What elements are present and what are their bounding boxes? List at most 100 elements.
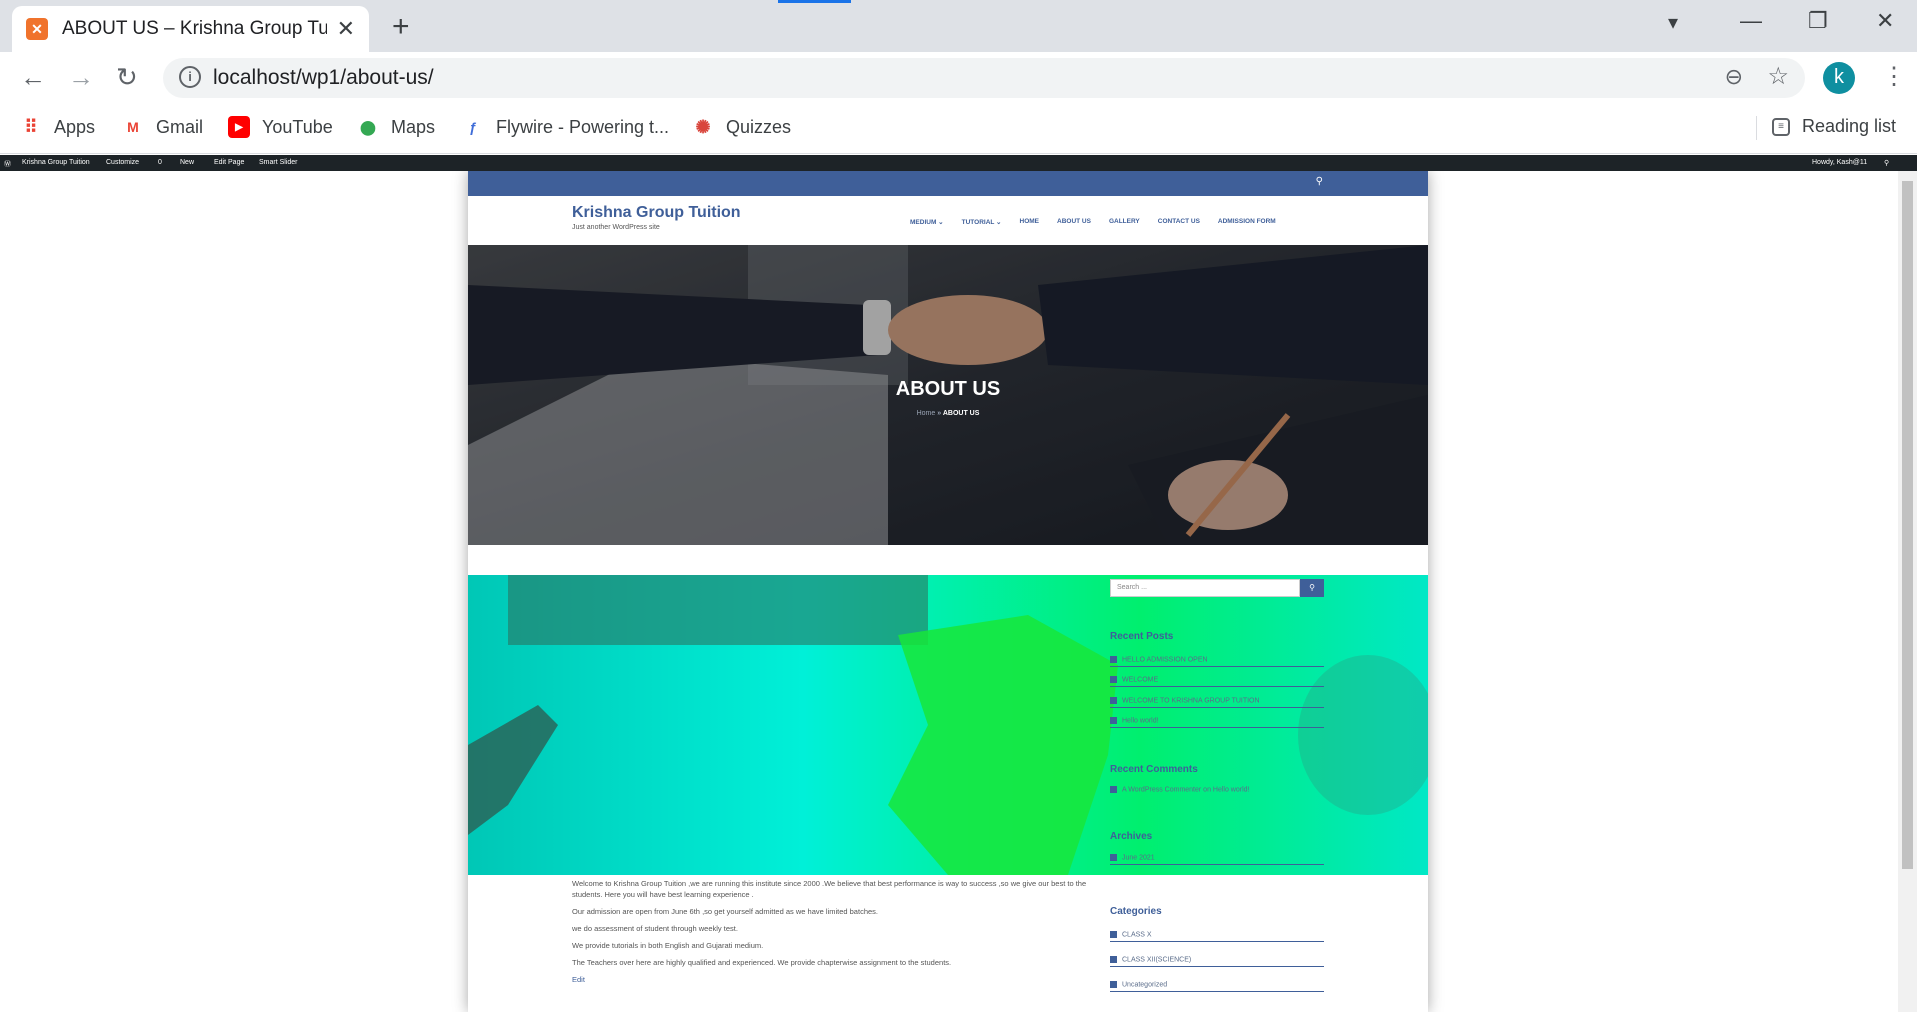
admin-howdy[interactable]: Howdy, Kash@11	[1812, 159, 1867, 166]
site-search-icon[interactable]: ⚲	[1316, 176, 1323, 187]
bookmark-label: Flywire - Powering t...	[496, 116, 670, 137]
bookmark-label: Apps	[54, 116, 96, 137]
bookmark-label: Maps	[391, 116, 436, 137]
flywire-icon: ƒ	[469, 119, 477, 135]
post-icon	[1110, 676, 1117, 683]
admin-site-link[interactable]: Krishna Group Tuition	[22, 159, 90, 166]
admin-search-icon[interactable]: ⚲	[1884, 159, 1889, 167]
category-item[interactable]: CLASS X	[1110, 931, 1324, 943]
profile-avatar[interactable]: k	[1823, 62, 1855, 94]
zoom-icon[interactable]: ⊖	[1725, 64, 1743, 90]
bookmark-label: YouTube	[262, 116, 333, 137]
wp-admin-bar: Ⓦ Krishna Group Tuition Customize 0 New …	[0, 155, 1917, 171]
gmail-icon: M	[127, 119, 139, 135]
menu-item-admission-form[interactable]: ADMISSION FORM	[1218, 218, 1276, 226]
admin-new-link[interactable]: New	[180, 159, 194, 166]
recent-post-label[interactable]: WELCOME TO KRISHNA GROUP TUITION	[1122, 697, 1260, 704]
url-text[interactable]: localhost/wp1/about-us/	[213, 66, 434, 90]
site-title[interactable]: Krishna Group Tuition	[572, 204, 741, 222]
wordpress-logo-icon[interactable]: Ⓦ	[4, 159, 11, 169]
menu-item-home[interactable]: HOME	[1020, 218, 1040, 226]
menu-item-contact-us[interactable]: CONTACT US	[1158, 218, 1200, 226]
menu-icon[interactable]: ⋮	[1882, 62, 1906, 91]
bookmark-youtube[interactable]: ▶ YouTube	[228, 116, 333, 138]
admin-customize-link[interactable]: Customize	[106, 159, 139, 166]
page-scrollbar[interactable]	[1898, 171, 1917, 1012]
browser-toolbar: ← → ↻ i localhost/wp1/about-us/ ⊖ ☆ k ⋮	[0, 52, 1917, 104]
quizzes-icon: ✺	[695, 116, 711, 137]
site-tagline: Just another WordPress site	[572, 224, 660, 231]
menu-item-gallery[interactable]: GALLERY	[1109, 218, 1140, 226]
post-icon	[1110, 656, 1117, 663]
menu-item-tutorial[interactable]: TUTORIAL ⌄	[962, 218, 1002, 226]
window-close-button[interactable]: ✕	[1876, 8, 1894, 34]
category-label[interactable]: Uncategorized	[1122, 981, 1167, 988]
new-tab-button[interactable]: +	[392, 10, 410, 44]
post-icon	[1110, 697, 1117, 704]
menu-item-medium[interactable]: MEDIUM ⌄	[910, 218, 944, 226]
xampp-favicon-icon: ✕	[26, 18, 48, 40]
tab-search-icon[interactable]: ▾	[1668, 10, 1678, 35]
categories-title: Categories	[1110, 906, 1162, 917]
admin-edit-page-link[interactable]: Edit Page	[214, 159, 244, 166]
recent-post-label[interactable]: WELCOME	[1122, 676, 1158, 683]
bookmark-flywire[interactable]: ƒ Flywire - Powering t...	[462, 116, 669, 138]
folder-icon	[1110, 981, 1117, 988]
category-item[interactable]: Uncategorized	[1110, 981, 1324, 993]
bookmarks-divider	[1756, 116, 1757, 140]
address-bar[interactable]: i localhost/wp1/about-us/ ⊖ ☆	[163, 58, 1805, 98]
hero-title: ABOUT US	[895, 378, 1001, 400]
recent-post-item[interactable]: WELCOME	[1110, 676, 1324, 688]
site-header: Krishna Group Tuition Just another WordP…	[468, 196, 1428, 245]
minimize-button[interactable]: —	[1740, 8, 1762, 34]
scrollbar-thumb[interactable]	[1902, 181, 1913, 869]
menu-item-about-us[interactable]: ABOUT US	[1057, 218, 1091, 226]
back-button[interactable]: ←	[20, 62, 46, 93]
admin-smart-slider-link[interactable]: Smart Slider	[259, 159, 298, 166]
browser-tab[interactable]: ✕ ABOUT US – Krishna Group Tuitio ✕	[12, 6, 369, 52]
bookmark-label: Gmail	[156, 116, 204, 137]
recent-comment-label[interactable]: A WordPress Commenter on Hello world!	[1122, 786, 1249, 793]
content-paragraph: The Teachers over here are highly qualif…	[572, 958, 952, 967]
bookmark-quizzes[interactable]: ✺ Quizzes	[692, 116, 791, 138]
admin-comments-link[interactable]: 0	[158, 159, 162, 166]
bookmark-maps[interactable]: ⬤ Maps	[357, 116, 435, 138]
reading-list-button[interactable]: ≡ Reading list	[1772, 116, 1896, 137]
recent-post-item[interactable]: HELLO ADMISSION OPEN	[1110, 656, 1324, 668]
bookmark-gmail[interactable]: M Gmail	[122, 116, 203, 138]
edit-link[interactable]: Edit	[572, 974, 1092, 985]
category-item[interactable]: CLASS XII(SCIENCE)	[1110, 956, 1324, 968]
breadcrumb-current: ABOUT US	[942, 410, 980, 417]
site-info-icon[interactable]: i	[179, 66, 201, 88]
tab-strip: ✕ ABOUT US – Krishna Group Tuitio ✕ + ▾ …	[0, 0, 1917, 52]
search-button[interactable]: ⚲	[1300, 579, 1324, 597]
search-input[interactable]: Search ...	[1110, 579, 1300, 597]
bookmark-star-icon[interactable]: ☆	[1767, 62, 1789, 91]
content-paragraph: Our admission are open from June 6th ,so…	[572, 907, 878, 916]
recent-comment-item[interactable]: A WordPress Commenter on Hello world!	[1110, 786, 1324, 796]
breadcrumb-home[interactable]: Home	[917, 410, 936, 417]
main-menu: MEDIUM ⌄ TUTORIAL ⌄ HOME ABOUT US GALLER…	[910, 218, 1276, 226]
recent-posts-title: Recent Posts	[1110, 631, 1174, 642]
bookmark-apps[interactable]: ⠿ Apps	[20, 116, 95, 138]
archive-item[interactable]: June 2021	[1110, 854, 1324, 866]
content-paragraph: Welcome to Krishna Group Tuition ,we are…	[572, 879, 1087, 899]
reload-button[interactable]: ↻	[116, 62, 138, 93]
recent-post-label[interactable]: Hello world!	[1122, 717, 1159, 724]
recent-post-label[interactable]: HELLO ADMISSION OPEN	[1122, 656, 1208, 663]
restore-button[interactable]: ❐	[1808, 8, 1828, 34]
post-icon	[1110, 717, 1117, 724]
archive-label[interactable]: June 2021	[1122, 854, 1155, 861]
forward-button[interactable]: →	[68, 62, 94, 93]
bookmarks-bar: ⠿ Apps M Gmail ▶ YouTube ⬤ Maps ƒ Flywir…	[0, 104, 1917, 154]
recent-post-item[interactable]: WELCOME TO KRISHNA GROUP TUITION	[1110, 697, 1324, 709]
recent-post-item[interactable]: Hello world!	[1110, 717, 1324, 729]
bookmark-label: Quizzes	[726, 116, 792, 137]
calendar-icon	[1110, 854, 1117, 861]
category-label[interactable]: CLASS X	[1122, 931, 1152, 938]
close-tab-icon[interactable]: ✕	[337, 16, 355, 42]
page-viewport: ⚲ Krishna Group Tuition Just another Wor…	[0, 171, 1898, 1012]
breadcrumb: Home » ABOUT US	[468, 410, 1428, 417]
category-label[interactable]: CLASS XII(SCIENCE)	[1122, 956, 1191, 963]
content-paragraph: we do assessment of student through week…	[572, 924, 738, 933]
